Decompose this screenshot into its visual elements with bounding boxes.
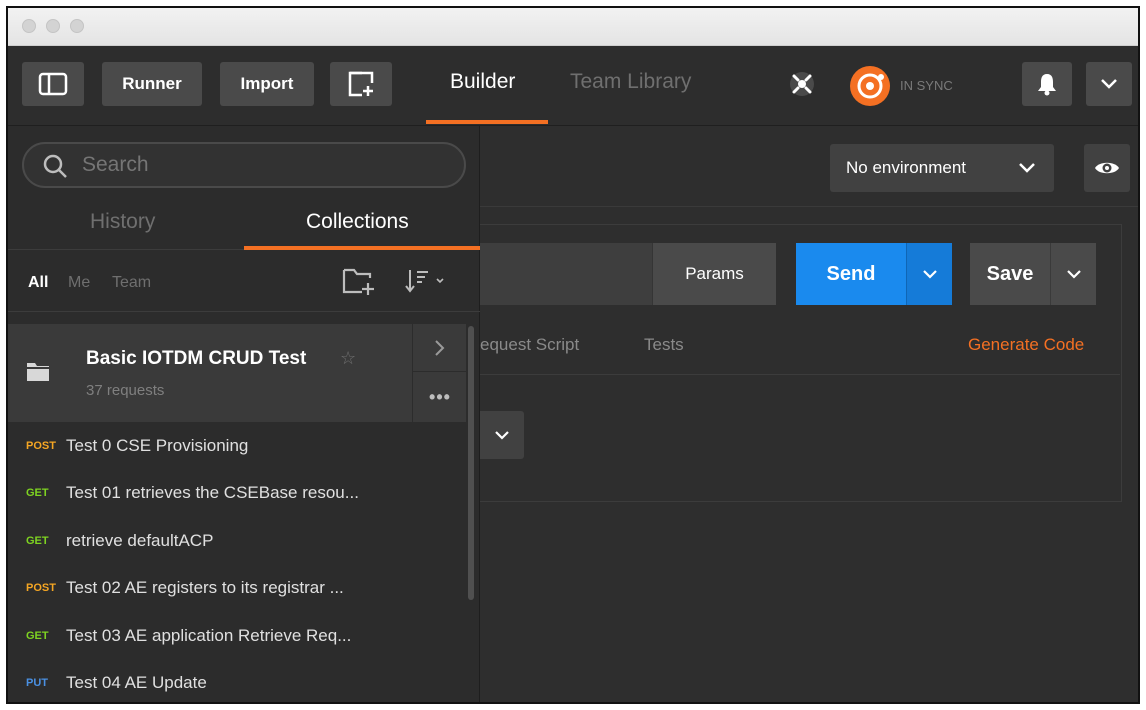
environment-select[interactable]: No environment: [830, 144, 1054, 192]
import-button[interactable]: Import: [220, 62, 314, 106]
close-window-button[interactable]: [22, 19, 36, 33]
chevron-down-icon: [495, 431, 509, 440]
app-window: Runner Import Builder Team Library IN SY…: [6, 6, 1140, 704]
search-input[interactable]: [82, 150, 442, 180]
save-button[interactable]: Save: [970, 243, 1050, 305]
environment-label: No environment: [846, 158, 967, 177]
notifications-button[interactable]: [1022, 62, 1072, 106]
sync-status-button[interactable]: [848, 64, 892, 108]
tab-pre-request-script[interactable]: equest Script: [480, 335, 579, 355]
folder-icon: [27, 363, 49, 381]
method-badge: PUT: [26, 677, 48, 690]
expand-collection-button[interactable]: [413, 324, 467, 372]
send-options-button[interactable]: [906, 243, 952, 305]
new-collection-button[interactable]: [340, 264, 380, 298]
tab-team-library[interactable]: Team Library: [570, 70, 691, 94]
chevron-down-icon: [922, 270, 937, 279]
new-window-icon: [348, 71, 374, 97]
request-item[interactable]: POST Test 0 CSE Provisioning: [8, 422, 466, 470]
satellite-icon: [790, 72, 814, 96]
request-item[interactable]: GET Test 01 retrieves the CSEBase resou.…: [8, 470, 466, 518]
collection-filter-row: All Me Team: [8, 250, 480, 312]
method-badge: POST: [26, 582, 56, 595]
title-bar: [8, 8, 1138, 46]
request-list: POST Test 0 CSE Provisioning GET Test 01…: [8, 422, 466, 703]
chevron-down-icon: [1019, 163, 1035, 173]
request-name: retrieve defaultACP: [66, 530, 214, 550]
method-badge: GET: [26, 487, 49, 500]
star-icon[interactable]: ☆: [340, 348, 356, 369]
tab-tests[interactable]: Tests: [644, 335, 684, 355]
new-window-button[interactable]: [330, 62, 392, 106]
filter-me[interactable]: Me: [68, 274, 90, 292]
method-badge: GET: [26, 629, 49, 642]
request-name: Test 01 retrieves the CSEBase resou...: [66, 483, 359, 503]
filter-team[interactable]: Team: [112, 274, 151, 292]
sort-icon: [405, 270, 444, 293]
params-button[interactable]: Params: [652, 243, 776, 305]
runner-button[interactable]: Runner: [102, 62, 202, 106]
toolbar: Runner Import Builder Team Library IN SY…: [8, 46, 1138, 126]
request-item[interactable]: PUT Test 04 AE Update: [8, 660, 466, 703]
filter-all[interactable]: All: [28, 274, 48, 292]
body-type-dropdown[interactable]: [480, 411, 524, 459]
request-builder: Params Send Save equest Script Tests Gen…: [480, 224, 1122, 502]
generate-code-link[interactable]: Generate Code: [968, 335, 1084, 355]
method-badge: GET: [26, 534, 49, 547]
chevron-down-icon: [1101, 79, 1117, 89]
zoom-window-button[interactable]: [70, 19, 84, 33]
request-name: Test 04 AE Update: [66, 673, 207, 693]
sync-status-text: IN SYNC: [900, 78, 953, 93]
search-box[interactable]: [22, 142, 466, 188]
request-item[interactable]: POST Test 02 AE registers to its registr…: [8, 565, 466, 613]
main-panel: No environment Params Send Save equest S…: [480, 126, 1138, 702]
request-name: Test 02 AE registers to its registrar ..…: [66, 578, 344, 598]
send-button[interactable]: Send: [796, 243, 906, 305]
sync-icon: [850, 66, 890, 106]
collection-actions: •••: [412, 324, 467, 422]
toggle-sidebar-button[interactable]: [22, 62, 84, 106]
minimize-window-button[interactable]: [46, 19, 60, 33]
sidebar: History Collections All Me Team: [8, 126, 480, 703]
request-name: Test 0 CSE Provisioning: [66, 435, 249, 455]
tab-builder[interactable]: Builder: [450, 70, 515, 94]
save-options-button[interactable]: [1050, 243, 1096, 305]
collection-request-count: 37 requests: [86, 382, 165, 399]
sidebar-scrollbar[interactable]: [468, 326, 474, 600]
request-name: Test 03 AE application Retrieve Req...: [66, 625, 352, 645]
chevron-down-icon: [1066, 270, 1081, 279]
sidebar-toggle-icon: [38, 72, 68, 96]
tab-collections[interactable]: Collections: [306, 210, 409, 234]
sort-button[interactable]: [404, 266, 452, 296]
bell-icon: [1038, 74, 1056, 96]
request-subtabs: equest Script Tests Generate Code: [480, 325, 1120, 375]
request-item[interactable]: GET Test 03 AE application Retrieve Req.…: [8, 612, 466, 660]
eye-icon: [1095, 162, 1119, 174]
search-icon: [43, 154, 67, 178]
collection-item[interactable]: Basic IOTDM CRUD Test ☆ 37 requests •••: [8, 324, 467, 422]
tab-history[interactable]: History: [90, 210, 155, 234]
active-tab-indicator: [426, 120, 548, 124]
header-divider: [480, 206, 1138, 207]
request-item[interactable]: GET retrieve defaultACP: [8, 517, 466, 565]
interceptor-button[interactable]: [782, 66, 822, 102]
sidebar-tabs: History Collections: [8, 200, 480, 250]
chevron-right-icon: [435, 339, 445, 356]
environment-quick-look-button[interactable]: [1084, 144, 1130, 192]
settings-dropdown-button[interactable]: [1086, 62, 1132, 106]
method-badge: POST: [26, 439, 56, 452]
more-options-icon[interactable]: •••: [413, 372, 467, 422]
new-folder-icon: [342, 268, 374, 295]
collection-name: Basic IOTDM CRUD Test: [86, 348, 307, 369]
